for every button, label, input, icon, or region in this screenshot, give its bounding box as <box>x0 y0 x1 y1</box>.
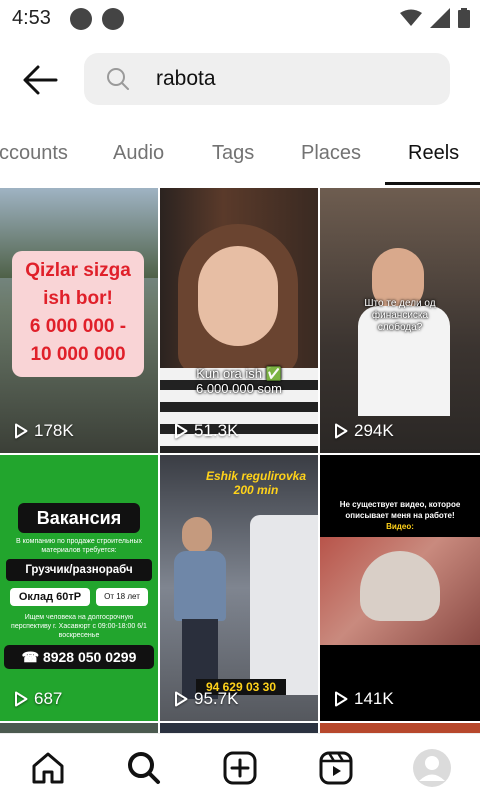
play-icon <box>175 691 188 707</box>
nav-search-button[interactable] <box>124 748 164 788</box>
reel-view-count: 141K <box>334 689 394 709</box>
bottom-navigation <box>0 733 480 801</box>
reel-thumbnail-face <box>198 246 278 346</box>
tab-audio[interactable]: Audio <box>113 142 164 165</box>
tab-places[interactable]: Places <box>301 142 361 165</box>
nav-home-button[interactable] <box>28 748 68 788</box>
search-query: rabota <box>156 67 216 90</box>
view-count-value: 51.3K <box>194 421 239 440</box>
active-tab-indicator <box>385 182 480 185</box>
reel-caption-line: 200 min <box>233 483 279 497</box>
create-icon <box>223 751 257 785</box>
status-bar: 4:53 <box>0 0 480 36</box>
nav-reels-button[interactable] <box>316 748 356 788</box>
sync-icon <box>70 8 92 30</box>
reel-view-count: 51.3K <box>174 421 238 441</box>
nav-create-button[interactable] <box>220 748 260 788</box>
wifi-icon <box>400 9 422 26</box>
reel-caption-line: финансиска <box>371 310 429 321</box>
vacancy-salary: Оклад 60тР <box>10 588 90 606</box>
vacancy-title: Вакансия <box>18 503 140 533</box>
view-count-value: 178K <box>34 421 74 440</box>
status-time: 4:53 <box>12 7 51 29</box>
tab-tags[interactable]: Tags <box>212 142 254 165</box>
view-count-value: 141K <box>354 689 394 708</box>
tab-accounts[interactable]: ccounts <box>0 142 68 165</box>
app-notification-icon <box>102 8 124 30</box>
reel-tile[interactable]: Qizlar sizga ish bor! 6 000 000 - 10 000… <box>0 188 158 453</box>
reel-caption-line: Не существует видео, которое <box>339 500 461 509</box>
reel-caption: Eshik regulirovka 200 min <box>196 469 316 497</box>
vacancy-details: Ищем человека на долгосрочную перспектив… <box>11 614 147 639</box>
search-icon <box>128 752 160 784</box>
reels-icon <box>319 751 353 785</box>
reel-thumbnail-shirt <box>174 551 226 621</box>
vacancy-intro: В компанию по продаже строительных матер… <box>16 538 142 554</box>
vacancy-role: Грузчик/разнорабч <box>6 559 152 581</box>
reel-caption-line: Видео: <box>386 522 414 531</box>
view-count-value: 294K <box>354 421 394 440</box>
reel-tile[interactable]: Вакансия В компанию по продаже строитель… <box>0 455 158 721</box>
reel-caption-line: Eshik regulirovka <box>205 469 307 483</box>
reel-caption: Kun ora ish ✅ 6.000.000 som <box>180 366 298 396</box>
search-icon <box>107 68 129 90</box>
reel-view-count: 687 <box>14 689 62 709</box>
home-icon <box>32 752 64 784</box>
search-tabs: ccounts Audio Tags Places Reels <box>0 130 480 186</box>
reel-caption: Што те дели од финансиска слобода? <box>350 298 450 334</box>
reel-tile[interactable]: Kun ora ish ✅ 6.000.000 som 51.3K <box>160 188 318 453</box>
reel-caption-line: 6 000 000 - <box>29 316 127 337</box>
back-button[interactable] <box>20 60 60 100</box>
reel-caption: Не существует видео, которое описывает м… <box>326 499 474 532</box>
reel-view-count: 178K <box>14 421 74 441</box>
reel-tile[interactable]: Eshik regulirovka 200 min 94 629 03 30 9… <box>160 455 318 721</box>
reel-view-count: 95.7K <box>174 689 238 709</box>
signal-icon <box>430 8 450 28</box>
play-icon <box>335 423 348 439</box>
reel-thumbnail-van <box>250 515 318 695</box>
reel-view-count: 294K <box>334 421 394 441</box>
reel-caption-line: описывает меня на работе! <box>345 511 455 520</box>
system-icons <box>400 8 470 28</box>
reel-caption-line: 6.000.000 som <box>195 381 282 396</box>
battery-icon <box>458 8 470 28</box>
play-icon <box>335 691 348 707</box>
play-icon <box>15 423 28 439</box>
view-count-value: 95.7K <box>194 689 239 708</box>
search-header: rabota <box>0 48 480 110</box>
play-icon <box>175 423 188 439</box>
reel-tile[interactable]: Што те дели од финансиска слобода? 294K <box>320 188 480 453</box>
reel-caption-line: Kun ora ish ✅ <box>196 366 282 381</box>
reel-tile[interactable]: Не существует видео, которое описывает м… <box>320 455 480 721</box>
reel-thumbnail-person <box>182 517 212 553</box>
nav-profile-button[interactable] <box>412 748 452 788</box>
reel-caption-line: Што те дели од <box>364 298 436 309</box>
vacancy-phone: ☎ 8928 050 0299 <box>4 645 154 669</box>
profile-icon <box>413 749 451 787</box>
reel-thumbnail-monkey <box>360 551 440 621</box>
reel-caption-line: ish bor! <box>43 288 113 309</box>
reel-caption-card: Qizlar sizga ish bor! 6 000 000 - 10 000… <box>12 251 144 377</box>
view-count-value: 687 <box>34 689 63 708</box>
reel-caption-line: слобода? <box>377 322 423 333</box>
reel-caption-line: Qizlar sizga <box>25 260 131 281</box>
search-input[interactable]: rabota <box>84 53 450 105</box>
vacancy-age: От 18 лет <box>96 588 148 606</box>
reel-caption-line: 10 000 000 <box>30 344 126 365</box>
tab-reels[interactable]: Reels <box>408 142 459 165</box>
play-icon <box>15 691 28 707</box>
back-arrow-icon <box>23 65 58 95</box>
